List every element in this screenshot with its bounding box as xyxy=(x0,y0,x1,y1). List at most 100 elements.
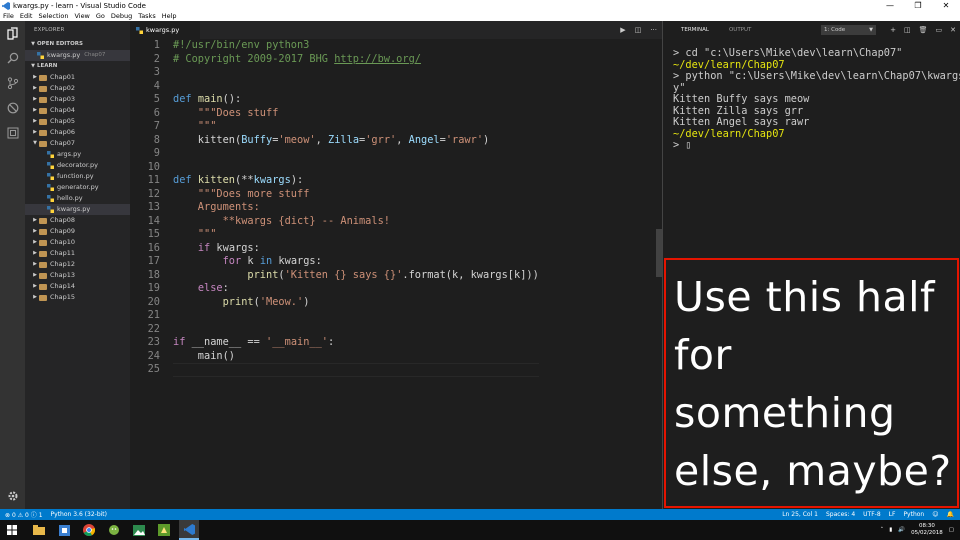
menu-file[interactable]: File xyxy=(3,12,14,20)
volume-icon[interactable]: 🔊 xyxy=(898,527,905,533)
menu-view[interactable]: View xyxy=(74,12,89,20)
code-token: in xyxy=(259,255,273,267)
debug-icon[interactable] xyxy=(6,101,19,114)
kill-terminal-icon[interactable]: 🗑 xyxy=(919,26,928,34)
code-line: """Does more stuff xyxy=(173,188,539,202)
code-token: : xyxy=(328,336,335,348)
menu-edit[interactable]: Edit xyxy=(20,12,33,20)
more-actions-icon[interactable]: ··· xyxy=(650,26,657,34)
restore-button[interactable]: ❐ xyxy=(904,1,932,10)
menu-go[interactable]: Go xyxy=(96,12,105,20)
open-editor-item[interactable]: kwargs.py Chap07 xyxy=(25,50,130,61)
maximize-panel-icon[interactable]: ▭ xyxy=(936,26,943,34)
notifications-icon[interactable]: ▢ xyxy=(949,527,954,533)
code-line: **kwargs {dict} -- Animals! xyxy=(173,215,539,229)
cursor-position[interactable]: Ln 25, Col 1 xyxy=(782,511,818,518)
indentation[interactable]: Spaces: 4 xyxy=(826,511,855,518)
python-file-icon xyxy=(136,26,143,34)
tree-folder[interactable]: ▶ Chap09 xyxy=(25,226,130,237)
store-icon[interactable] xyxy=(54,520,74,540)
tree-file[interactable]: generator.py xyxy=(25,182,130,193)
tree-folder[interactable]: ▶ Chap15 xyxy=(25,292,130,303)
bell-icon[interactable]: 🔔 xyxy=(947,511,954,518)
folder-icon xyxy=(39,239,47,246)
terminal-output[interactable]: > cd "c:\Users\Mike\dev\learn\Chap07" ~/d… xyxy=(673,47,960,152)
python-file-icon xyxy=(47,173,54,180)
vscode-taskbar-icon[interactable] xyxy=(179,520,199,540)
clock[interactable]: 08:30 05/02/2018 xyxy=(911,523,943,537)
tree-file[interactable]: hello.py xyxy=(25,193,130,204)
tree-folder[interactable]: ▶ Chap06 xyxy=(25,127,130,138)
settings-gear-icon[interactable] xyxy=(6,489,19,502)
python-file-icon xyxy=(47,195,54,202)
menu-selection[interactable]: Selection xyxy=(38,12,68,20)
folder-icon xyxy=(39,272,47,279)
tab-terminal[interactable]: TERMINAL xyxy=(681,27,709,33)
code-line: """Does stuff xyxy=(173,107,539,121)
encoding[interactable]: UTF-8 xyxy=(863,511,881,518)
code-token: (): xyxy=(222,93,242,105)
menu-debug[interactable]: Debug xyxy=(111,12,132,20)
language-mode[interactable]: Python xyxy=(903,511,924,518)
tree-folder[interactable]: ▶ Chap13 xyxy=(25,270,130,281)
close-window-button[interactable]: ✕ xyxy=(932,1,960,10)
tree-folder[interactable]: ▶ Chap05 xyxy=(25,116,130,127)
android-icon[interactable] xyxy=(104,520,124,540)
tree-folder[interactable]: ▼ Chap07 xyxy=(25,138,130,149)
windows-start-icon[interactable] xyxy=(0,520,24,540)
tree-folder[interactable]: ▶ Chap01 xyxy=(25,72,130,83)
explorer-icon[interactable] xyxy=(6,27,19,40)
menu-tasks[interactable]: Tasks xyxy=(138,12,155,20)
extensions-icon[interactable] xyxy=(6,126,19,139)
tab-kwargs[interactable]: kwargs.py xyxy=(130,21,200,39)
tree-folder[interactable]: ▶ Chap02 xyxy=(25,83,130,94)
tree-folder[interactable]: ▶ Chap08 xyxy=(25,215,130,226)
menu-help[interactable]: Help xyxy=(162,12,177,20)
code-token: for xyxy=(222,255,242,267)
code-token: , xyxy=(315,133,329,146)
line-number: 4 xyxy=(153,79,160,92)
source-control-icon[interactable] xyxy=(6,76,19,89)
smiley-feedback-icon[interactable]: ☺ xyxy=(932,511,938,518)
tree-file[interactable]: decorator.py xyxy=(25,160,130,171)
file-explorer-icon[interactable] xyxy=(29,520,49,540)
tree-file[interactable]: args.py xyxy=(25,149,130,160)
interpreter-selector[interactable]: Python 3.6 (32-bit) xyxy=(51,511,107,518)
line-number: 8 xyxy=(153,133,160,146)
terminal-select[interactable]: 1: Code ▼ xyxy=(821,25,876,35)
tree-folder[interactable]: ▶ Chap12 xyxy=(25,259,130,270)
line-number: 1 xyxy=(153,39,160,51)
split-terminal-icon[interactable]: ◫ xyxy=(904,26,911,34)
tree-folder[interactable]: ▶ Chap04 xyxy=(25,105,130,116)
end-of-line[interactable]: LF xyxy=(889,511,896,518)
chrome-icon[interactable] xyxy=(79,520,99,540)
tree-folder[interactable]: ▶ Chap10 xyxy=(25,237,130,248)
problems-indicator[interactable]: ⊗ 0 ⚠ 0 ⓘ 1 xyxy=(5,510,43,519)
tree-folder[interactable]: ▶ Chap11 xyxy=(25,248,130,259)
minimize-button[interactable]: — xyxy=(876,1,904,10)
code-editor[interactable]: 1 2 3 4 5 6 7 8 9 10 11 12 13 14 15 16 17 18 19 20 21 22 23 24 2… xyxy=(130,39,662,509)
tray-up-arrow-icon[interactable]: ˄ xyxy=(880,527,883,533)
code-content[interactable]: #!/usr/bin/env python3 # Copyright 2009-2… xyxy=(173,39,539,377)
tree-folder[interactable]: ▶ Chap03 xyxy=(25,94,130,105)
code-token: print xyxy=(222,295,254,308)
tree-file[interactable]: kwargs.py xyxy=(25,204,130,215)
run-icon[interactable]: ▶ xyxy=(620,26,625,34)
search-icon[interactable] xyxy=(6,51,19,64)
line-number: 12 xyxy=(147,187,160,200)
open-editors-section[interactable]: ▼ OPEN EDITORS xyxy=(25,39,130,50)
folder-icon xyxy=(39,96,47,103)
split-editor-icon[interactable]: ◫ xyxy=(635,26,642,34)
network-icon[interactable]: ▮ xyxy=(889,527,892,533)
app-icon[interactable] xyxy=(154,520,174,540)
photos-icon[interactable] xyxy=(129,520,149,540)
tree-folder[interactable]: ▶ Chap14 xyxy=(25,281,130,292)
workspace-section[interactable]: ▼ LEARN xyxy=(25,61,130,72)
new-terminal-icon[interactable]: + xyxy=(890,26,896,34)
tree-file[interactable]: function.py xyxy=(25,171,130,182)
close-panel-icon[interactable]: ✕ xyxy=(950,26,956,34)
line-number: 17 xyxy=(147,255,160,267)
tab-output[interactable]: OUTPUT xyxy=(729,27,751,33)
code-token: """ xyxy=(197,228,217,240)
